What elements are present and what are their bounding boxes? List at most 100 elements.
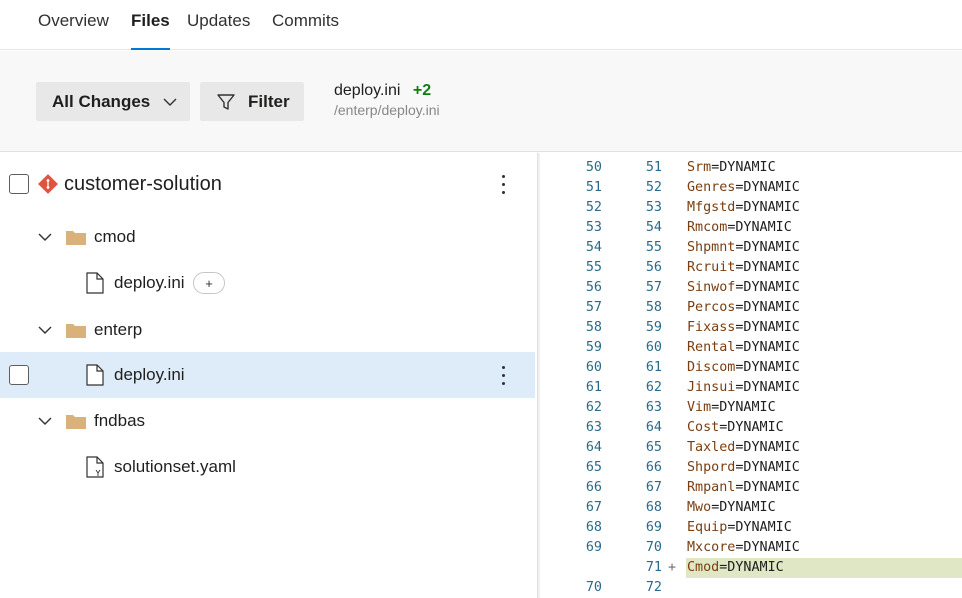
ini-value: =DYNAMIC bbox=[711, 500, 776, 515]
add-comment-button[interactable]: + bbox=[193, 272, 225, 294]
tab-commits[interactable]: Commits bbox=[272, 10, 339, 50]
new-line-number: 54 bbox=[645, 220, 662, 235]
tab-files[interactable]: Files bbox=[131, 10, 170, 50]
old-line-number: 59 bbox=[585, 340, 602, 355]
diff-line: 66 67 Rmpanl=DYNAMIC bbox=[540, 478, 962, 498]
tree-row-folder-enterp[interactable]: enterp bbox=[0, 307, 535, 353]
folder-name: enterp bbox=[94, 320, 143, 339]
diff-line: 55 56 Rcruit=DYNAMIC bbox=[540, 258, 962, 278]
old-line-number: 51 bbox=[585, 180, 602, 195]
old-line-number: 57 bbox=[585, 300, 602, 315]
code-text: Equip=DYNAMIC bbox=[687, 518, 792, 538]
ini-key: Rental bbox=[687, 340, 736, 355]
ini-value: =DYNAMIC bbox=[735, 260, 800, 275]
folder-name: cmod bbox=[94, 227, 136, 246]
code-text: Mwo=DYNAMIC bbox=[687, 498, 776, 518]
diff-line: 56 57 Sinwof=DYNAMIC bbox=[540, 278, 962, 298]
ini-key: Mfgstd bbox=[687, 200, 736, 215]
tree-row-file-cmod-deploy[interactable]: deploy.ini + bbox=[0, 260, 535, 306]
new-line-number: 51 bbox=[645, 160, 662, 175]
repo-checkbox[interactable] bbox=[9, 174, 29, 194]
folder-icon bbox=[66, 231, 86, 245]
diff-line-added: 71 + Cmod=DYNAMIC bbox=[540, 558, 962, 578]
chevron-down-icon[interactable] bbox=[37, 229, 53, 245]
ini-value: =DYNAMIC bbox=[735, 300, 800, 315]
new-line-number: 64 bbox=[645, 420, 662, 435]
folder-icon bbox=[66, 324, 86, 338]
ini-key: Taxled bbox=[687, 440, 736, 455]
diff-line: 54 55 Shpmnt=DYNAMIC bbox=[540, 238, 962, 258]
ini-value: =DYNAMIC bbox=[735, 480, 800, 495]
new-line-number: 58 bbox=[645, 300, 662, 315]
chevron-down-icon[interactable] bbox=[37, 413, 53, 429]
tree-row-file-enterp-deploy[interactable]: deploy.ini bbox=[0, 352, 535, 398]
old-line-number: 53 bbox=[585, 220, 602, 235]
file-checkbox[interactable] bbox=[9, 365, 29, 385]
code-text: Percos=DYNAMIC bbox=[687, 298, 800, 318]
all-changes-dropdown[interactable]: All Changes bbox=[36, 82, 190, 121]
new-line-number: 72 bbox=[645, 580, 662, 595]
new-line-number: 57 bbox=[645, 280, 662, 295]
old-line-number: 62 bbox=[585, 400, 602, 415]
ini-key: Cmod bbox=[687, 560, 720, 575]
new-line-number: 62 bbox=[645, 380, 662, 395]
current-file-path: /enterp/deploy.ini bbox=[334, 102, 440, 118]
tree-row-folder-cmod[interactable]: cmod bbox=[0, 214, 535, 260]
old-line-number: 56 bbox=[585, 280, 602, 295]
old-line-number: 64 bbox=[585, 440, 602, 455]
tree-row-file-solutionset[interactable]: solutionset.yaml bbox=[0, 444, 535, 490]
diff-line: 68 69 Equip=DYNAMIC bbox=[540, 518, 962, 538]
filter-button[interactable]: Filter bbox=[200, 82, 304, 121]
tree-row-folder-fndbas[interactable]: fndbas bbox=[0, 398, 535, 444]
ini-key: Shpord bbox=[687, 460, 736, 475]
new-line-number: 66 bbox=[645, 460, 662, 475]
tree-row-repo[interactable]: customer-solution bbox=[0, 161, 535, 207]
code-text: Cost=DYNAMIC bbox=[687, 418, 784, 438]
diff-line: 67 68 Mwo=DYNAMIC bbox=[540, 498, 962, 518]
code-text: Jinsui=DYNAMIC bbox=[687, 378, 800, 398]
ini-key: Srm bbox=[687, 160, 712, 175]
old-line-number: 61 bbox=[585, 380, 602, 395]
diff-line: 52 53 Mfgstd=DYNAMIC bbox=[540, 198, 962, 218]
git-repo-icon bbox=[38, 174, 58, 194]
old-line-number: 58 bbox=[585, 320, 602, 335]
ini-value: =DYNAMIC bbox=[735, 460, 800, 475]
new-line-number: 56 bbox=[645, 260, 662, 275]
new-line-number: 63 bbox=[645, 400, 662, 415]
ini-value: =DYNAMIC bbox=[727, 520, 792, 535]
file-more-options-icon[interactable] bbox=[496, 363, 510, 387]
code-text: Fixass=DYNAMIC bbox=[687, 318, 800, 338]
ini-value: =DYNAMIC bbox=[711, 400, 776, 415]
new-line-number: 59 bbox=[645, 320, 662, 335]
change-count-badge: +2 bbox=[412, 82, 432, 99]
file-tree: customer-solution cmod deploy.ini + ente… bbox=[0, 153, 536, 598]
file-icon bbox=[86, 272, 104, 294]
new-line-number: 55 bbox=[645, 240, 662, 255]
file-name: deploy.ini bbox=[114, 365, 185, 384]
old-line-number: 65 bbox=[585, 460, 602, 475]
diff-line: 62 63 Vim=DYNAMIC bbox=[540, 398, 962, 418]
old-line-number: 50 bbox=[585, 160, 602, 175]
ini-key: Vim bbox=[687, 400, 712, 415]
code-text: Srm=DYNAMIC bbox=[687, 158, 776, 178]
diff-toolbar: All Changes Filter deploy.ini +2 /enterp… bbox=[0, 51, 962, 152]
code-text: Mfgstd=DYNAMIC bbox=[687, 198, 800, 218]
tab-updates[interactable]: Updates bbox=[187, 10, 250, 50]
filter-icon bbox=[217, 93, 235, 110]
old-line-number: 69 bbox=[585, 540, 602, 555]
ini-value: =DYNAMIC bbox=[735, 240, 800, 255]
current-file-header: deploy.ini +2 /enterp/deploy.ini bbox=[334, 82, 440, 118]
ini-value: =DYNAMIC bbox=[735, 540, 800, 555]
tab-overview[interactable]: Overview bbox=[38, 10, 109, 50]
diff-line: 65 66 Shpord=DYNAMIC bbox=[540, 458, 962, 478]
ini-value: =DYNAMIC bbox=[735, 340, 800, 355]
repo-more-options-icon[interactable] bbox=[496, 172, 510, 196]
chevron-down-icon[interactable] bbox=[37, 322, 53, 338]
code-text: Rental=DYNAMIC bbox=[687, 338, 800, 358]
ini-value: =DYNAMIC bbox=[719, 560, 784, 575]
ini-value: =DYNAMIC bbox=[735, 200, 800, 215]
old-line-number: 54 bbox=[585, 240, 602, 255]
new-line-number: 67 bbox=[645, 480, 662, 495]
new-line-number: 68 bbox=[645, 500, 662, 515]
folder-name: fndbas bbox=[94, 411, 146, 430]
